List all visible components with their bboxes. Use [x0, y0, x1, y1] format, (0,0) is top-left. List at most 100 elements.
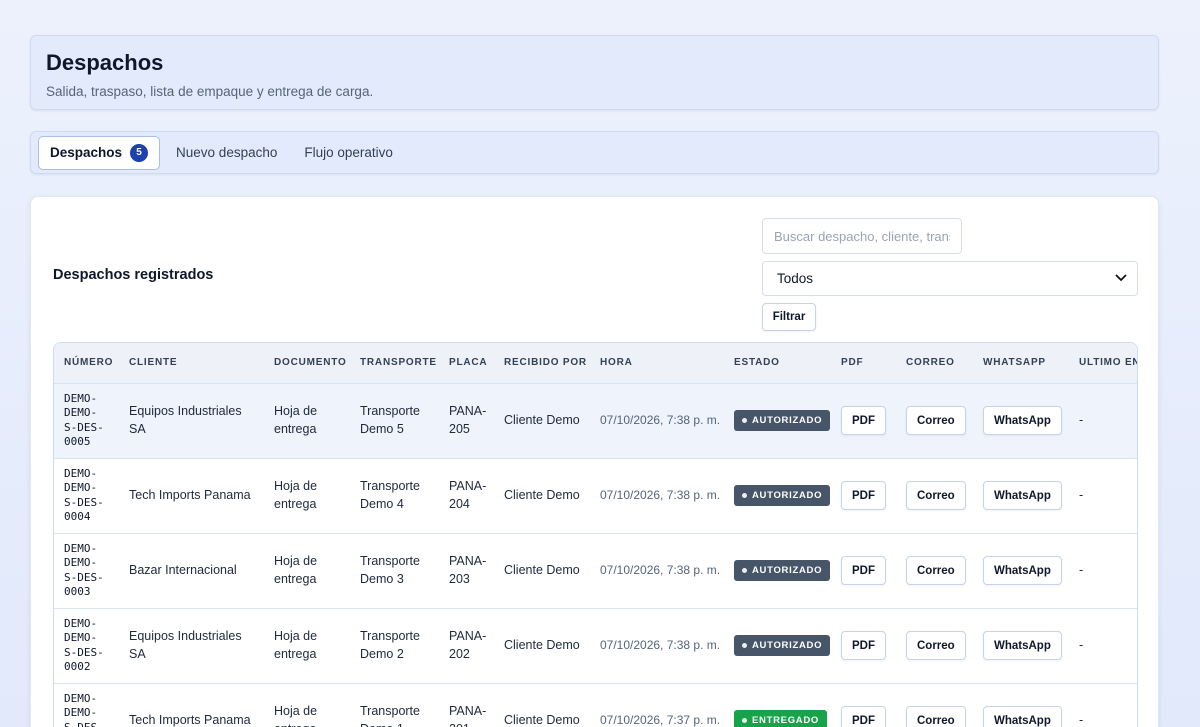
pdf-button[interactable]: PDF: [841, 556, 886, 585]
cell-cliente: Tech Imports Panama: [129, 487, 251, 502]
status-dot-icon: [742, 643, 747, 648]
page-header: Despachos Salida, traspaso, lista de emp…: [30, 35, 1159, 110]
cell-cliente: Equipos Industriales SA: [129, 629, 242, 661]
email-button[interactable]: Correo: [906, 406, 966, 435]
column-header-numero: Número: [64, 357, 114, 369]
cell-recibido-por: Cliente Demo: [504, 412, 580, 427]
cell-ultimo: -: [1079, 713, 1084, 727]
column-header-estado: Estado: [734, 357, 780, 369]
cell-whatsapp: WhatsApp: [973, 608, 1069, 683]
email-button[interactable]: Correo: [906, 481, 966, 510]
whatsapp-button[interactable]: WhatsApp: [983, 631, 1062, 660]
cell-hora: 07/10/2026, 7:38 p. m.: [600, 562, 721, 577]
tab-count-badge: 5: [130, 143, 149, 162]
column-header-transporte: Transporte: [360, 357, 437, 369]
whatsapp-button[interactable]: WhatsApp: [983, 481, 1062, 510]
cell-hora: 07/10/2026, 7:38 p. m.: [600, 487, 721, 502]
despacho-number: DEMO- DEMO- S-DES- 0003: [64, 541, 104, 599]
status-label: AUTORIZADO: [752, 564, 823, 576]
cell-correo: Correo: [896, 683, 973, 727]
status-badge: ENTREGADO: [734, 710, 827, 727]
filter-button[interactable]: Filtrar: [762, 303, 816, 331]
tab-nuevo-despacho[interactable]: Nuevo despacho: [165, 136, 288, 170]
cell-numero: DEMO- DEMO- S-DES- 0002: [54, 608, 119, 683]
cell-transporte: Transporte Demo 2: [360, 629, 420, 661]
pdf-button[interactable]: PDF: [841, 481, 886, 510]
status-label: AUTORIZADO: [752, 414, 823, 426]
cell-pdf: PDF: [831, 608, 896, 683]
despacho-number: DEMO- DEMO- S-DES- 0004: [64, 466, 104, 524]
search-input[interactable]: [762, 218, 962, 254]
cell-ultimo: -: [1079, 487, 1084, 502]
whatsapp-button[interactable]: WhatsApp: [983, 406, 1062, 435]
despachos-table: Número Cliente Documento Transporte Plac…: [53, 342, 1138, 727]
tab-despachos[interactable]: Despachos 5: [38, 135, 161, 170]
despacho-number: DEMO- DEMO- S-DES- 0002: [64, 616, 104, 674]
cell-recibido-por: Cliente Demo: [504, 487, 580, 502]
cell-pdf: PDF: [831, 383, 896, 458]
email-button[interactable]: Correo: [906, 556, 966, 585]
column-header-cliente: Cliente: [129, 357, 178, 369]
status-badge: AUTORIZADO: [734, 635, 831, 656]
cell-numero: DEMO- DEMO- S-DES- 0005: [54, 383, 119, 458]
column-header-hora: Hora: [600, 357, 633, 369]
table-row[interactable]: DEMO- DEMO- S-DES- 0004 Tech Imports Pana…: [54, 458, 1137, 533]
tab-bar: Despachos 5 Nuevo despacho Flujo operati…: [30, 131, 1159, 174]
tab-flujo-operativo-label: Flujo operativo: [304, 145, 393, 160]
tab-nuevo-despacho-label: Nuevo despacho: [176, 145, 278, 160]
table-header-row: Número Cliente Documento Transporte Plac…: [54, 343, 1137, 383]
section-title: Despachos registrados: [53, 267, 214, 283]
status-dot-icon: [742, 718, 747, 724]
despacho-number: DEMO- DEMO- S-DES- 0001: [64, 691, 104, 727]
tab-flujo-operativo[interactable]: Flujo operativo: [293, 136, 404, 170]
cell-transporte: Transporte Demo 5: [360, 404, 420, 436]
status-filter-select[interactable]: Todos: [762, 261, 1138, 296]
cell-documento: Hoja de entrega: [274, 554, 318, 586]
pdf-button[interactable]: PDF: [841, 406, 886, 435]
table-row[interactable]: DEMO- DEMO- S-DES- 0003 Bazar Internacion…: [54, 533, 1137, 608]
table-row[interactable]: DEMO- DEMO- S-DES- 0001 Tech Imports Pana…: [54, 683, 1137, 727]
cell-transporte: Transporte Demo 1: [360, 704, 420, 727]
whatsapp-button[interactable]: WhatsApp: [983, 706, 1062, 727]
cell-correo: Correo: [896, 533, 973, 608]
table-row[interactable]: DEMO- DEMO- S-DES- 0005 Equipos Industria…: [54, 383, 1137, 458]
status-label: ENTREGADO: [752, 715, 819, 726]
column-header-placa: Placa: [449, 357, 488, 369]
despachos-panel: Despachos registrados Todos Filtrar Núme…: [30, 196, 1159, 727]
cell-correo: Correo: [896, 608, 973, 683]
cell-transporte: Transporte Demo 3: [360, 554, 420, 586]
cell-cliente: Bazar Internacional: [129, 562, 237, 577]
cell-estado: AUTORIZADO: [724, 533, 831, 608]
cell-hora: 07/10/2026, 7:38 p. m.: [600, 637, 721, 652]
cell-whatsapp: WhatsApp: [973, 683, 1069, 727]
cell-placa: PANA-204: [449, 479, 487, 511]
cell-documento: Hoja de entrega: [274, 704, 318, 727]
cell-numero: DEMO- DEMO- S-DES- 0001: [54, 683, 119, 727]
chevron-down-icon: [1115, 273, 1127, 285]
cell-recibido-por: Cliente Demo: [504, 637, 580, 652]
pdf-button[interactable]: PDF: [841, 706, 886, 727]
cell-documento: Hoja de entrega: [274, 479, 318, 511]
email-button[interactable]: Correo: [906, 631, 966, 660]
email-button[interactable]: Correo: [906, 706, 966, 727]
cell-recibido-por: Cliente Demo: [504, 713, 580, 727]
status-dot-icon: [742, 568, 747, 573]
page-title: Despachos: [46, 50, 164, 75]
cell-ultimo: -: [1079, 637, 1084, 652]
table-row[interactable]: DEMO- DEMO- S-DES- 0002 Equipos Industria…: [54, 608, 1137, 683]
status-badge: AUTORIZADO: [734, 410, 831, 431]
cell-estado: AUTORIZADO: [724, 383, 831, 458]
pdf-button[interactable]: PDF: [841, 631, 886, 660]
despacho-number: DEMO- DEMO- S-DES- 0005: [64, 391, 104, 449]
cell-correo: Correo: [896, 458, 973, 533]
cell-hora: 07/10/2026, 7:38 p. m.: [600, 412, 721, 427]
status-badge: AUTORIZADO: [734, 485, 831, 506]
cell-pdf: PDF: [831, 458, 896, 533]
whatsapp-button[interactable]: WhatsApp: [983, 556, 1062, 585]
cell-documento: Hoja de entrega: [274, 629, 318, 661]
cell-whatsapp: WhatsApp: [973, 533, 1069, 608]
status-dot-icon: [742, 418, 747, 423]
status-dot-icon: [742, 493, 747, 498]
column-header-recibido-por: Recibido por: [504, 357, 587, 369]
cell-hora: 07/10/2026, 7:37 p. m.: [600, 713, 721, 727]
